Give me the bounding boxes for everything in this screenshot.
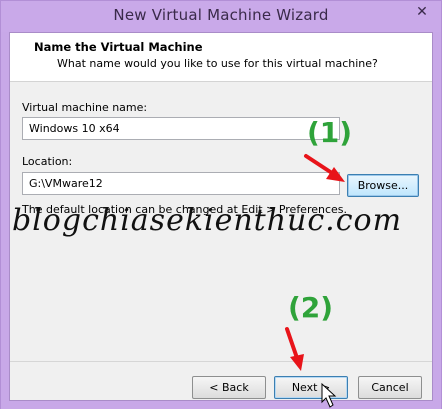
annotation-label-1: (1) xyxy=(307,116,353,149)
cancel-button[interactable]: Cancel xyxy=(358,376,422,399)
title-bar: New Virtual Machine Wizard ✕ xyxy=(1,1,441,32)
page-subtitle: What name would you like to use for this… xyxy=(57,57,378,70)
footer-divider xyxy=(10,361,432,362)
wizard-header: Name the Virtual Machine What name would… xyxy=(10,33,432,82)
vm-name-input[interactable]: Windows 10 x64 xyxy=(22,117,340,140)
vm-name-label: Virtual machine name: xyxy=(22,101,148,114)
window-title: New Virtual Machine Wizard xyxy=(113,6,329,24)
location-label: Location: xyxy=(22,155,73,168)
watermark-text: blogchiasekienthuc.com xyxy=(12,203,403,238)
annotation-label-2: (2) xyxy=(288,291,334,324)
browse-button[interactable]: Browse... xyxy=(347,174,419,197)
location-input[interactable]: G:\VMware12 xyxy=(22,172,340,195)
close-icon[interactable]: ✕ xyxy=(409,2,435,22)
window-bottom-border xyxy=(1,401,441,409)
next-button[interactable]: Next > xyxy=(274,376,348,399)
back-button[interactable]: < Back xyxy=(192,376,266,399)
page-title: Name the Virtual Machine xyxy=(34,40,203,54)
